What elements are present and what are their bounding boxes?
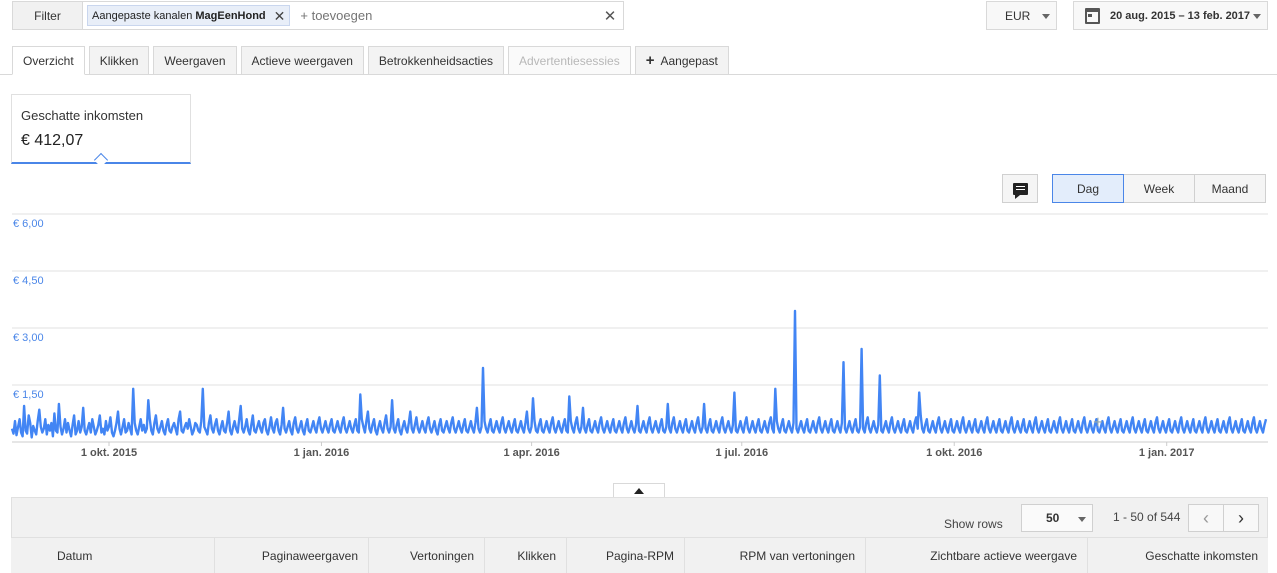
comment-icon (1012, 182, 1028, 199)
filter-box: Aangepaste kanalen MagEenHond ✕ ✕ (82, 1, 624, 30)
column-header-klikken[interactable]: Klikken (485, 538, 567, 573)
y-tick-label: € 3,00 (13, 332, 44, 344)
show-rows-label: Show rows (944, 517, 1003, 531)
calendar-icon (1085, 8, 1100, 24)
chevron-down-icon (1042, 14, 1050, 19)
x-tick-label: 1 okt. 2016 (926, 447, 982, 459)
x-tick-label: 1 jan. 2016 (294, 447, 350, 459)
y-tick-label: € 4,50 (13, 275, 44, 287)
chevron-down-icon (1253, 14, 1261, 19)
column-header-datum[interactable]: Datum (11, 538, 215, 573)
previous-page-button[interactable]: ‹ (1188, 504, 1224, 532)
filter-chip: Aangepaste kanalen MagEenHond ✕ (87, 5, 291, 26)
granularity-week-button[interactable]: Week (1123, 174, 1195, 203)
x-tick-label: 1 jul. 2016 (715, 447, 768, 459)
rows-per-page-value: 50 (1046, 511, 1060, 525)
date-range-label: 20 aug. 2015 – 13 feb. 2017 (1110, 9, 1251, 22)
column-header-paginaweergaven[interactable]: Paginaweergaven (215, 538, 369, 573)
chevron-right-icon: › (1238, 507, 1244, 528)
x-tick-label: 1 jan. 2017 (1139, 447, 1195, 459)
x-tick-label: 1 okt. 2015 (81, 447, 137, 459)
pagination-controls: ‹ › (1188, 504, 1259, 532)
x-tick-label: 1 apr. 2016 (503, 447, 559, 459)
filter-button[interactable]: Filter (12, 1, 82, 30)
y-tick-label: € 6,00 (13, 218, 44, 230)
filter-chip-value: MagEenHond (195, 9, 266, 22)
chevron-up-icon (634, 488, 644, 494)
plus-icon: + (645, 52, 655, 69)
currency-select[interactable]: EUR (986, 1, 1057, 30)
tab-overzicht[interactable]: Overzicht (12, 46, 85, 75)
tab-aangepast-label: Aangepast (660, 53, 718, 68)
column-header-rpm-van-vertoningen[interactable]: RPM van vertoningen (685, 538, 866, 573)
column-header-pagina-rpm[interactable]: Pagina-RPM (567, 538, 685, 573)
granularity-day-button[interactable]: Dag (1052, 174, 1124, 203)
filter-chip-label: Aangepaste kanalen MagEenHond (92, 10, 266, 22)
filter-chip-prefix: Aangepaste kanalen (92, 9, 196, 22)
collapse-chart-button[interactable] (613, 483, 665, 498)
next-page-button[interactable]: › (1223, 504, 1259, 532)
date-range-select[interactable]: 20 aug. 2015 – 13 feb. 2017 (1073, 1, 1268, 30)
tab-klikken[interactable]: Klikken (88, 46, 150, 75)
filter-add-input[interactable] (300, 8, 597, 23)
earnings-line-chart[interactable]: € 6,00 € 4,50 € 3,00 € 1,50 1 okt. 2015 1 jan… (0, 210, 1277, 472)
column-header-vertoningen[interactable]: Vertoningen (369, 538, 485, 573)
y-tick-label: € 1,50 (13, 389, 44, 401)
granularity-month-button[interactable]: Maand (1194, 174, 1266, 203)
add-annotation-icon[interactable]: + (1093, 415, 1104, 430)
scorecard-value: € 412,07 (21, 132, 84, 149)
column-header-geschatte-inkomsten[interactable]: Geschatte inkomsten (1088, 538, 1268, 573)
tab-betrokkenheidsacties[interactable]: Betrokkenheidsacties (367, 46, 504, 75)
tab-weergaven[interactable]: Weergaven (153, 46, 237, 75)
annotation-button[interactable] (1002, 174, 1038, 203)
granularity-toggle: Dag Week Maand (1052, 174, 1266, 203)
chevron-left-icon: ‹ (1203, 507, 1209, 528)
tab-actieve-weergaven[interactable]: Actieve weergaven (240, 46, 364, 75)
currency-value: EUR (1005, 8, 1031, 23)
chip-remove-icon[interactable]: ✕ (274, 9, 286, 23)
report-tabs: Overzicht Klikken Weergaven Actieve weer… (12, 46, 733, 75)
tab-aangepast[interactable]: + Aangepast (634, 46, 729, 75)
scorecard-selected-indicator (93, 152, 109, 168)
tab-advertentiesessies: Advertentiesessies (508, 46, 631, 75)
clear-filter-icon[interactable]: ✕ (597, 7, 623, 25)
scorecard-estimated-earnings[interactable]: Geschatte inkomsten € 412,07 (11, 94, 191, 168)
pagination-info: 1 - 50 of 544 (1113, 510, 1181, 524)
column-header-zichtbare-actieve-weergave[interactable]: Zichtbare actieve weergave (866, 538, 1088, 573)
rows-per-page-select[interactable]: 50 (1021, 504, 1093, 532)
chevron-down-icon (1078, 517, 1086, 522)
table-header: Datum Paginaweergaven Vertoningen Klikke… (11, 537, 1268, 573)
scorecard-label: Geschatte inkomsten (21, 108, 144, 123)
series-line[interactable] (10, 309, 1268, 439)
